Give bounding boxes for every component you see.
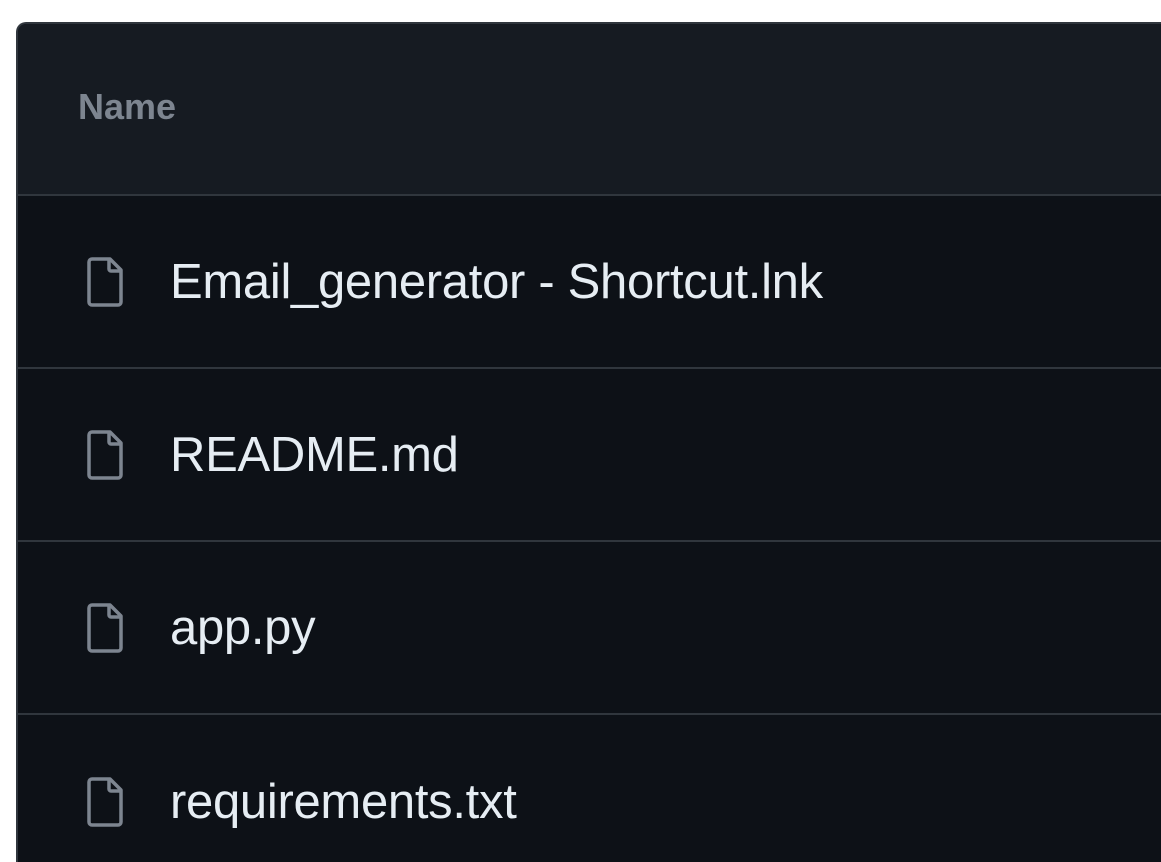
file-icon — [82, 601, 128, 655]
file-row[interactable]: app.py — [18, 542, 1161, 715]
name-column-header: Name — [78, 86, 177, 127]
file-icon — [82, 428, 128, 482]
file-name-link[interactable]: requirements.txt — [170, 774, 517, 830]
file-name-link[interactable]: app.py — [170, 600, 316, 656]
file-row[interactable]: README.md — [18, 369, 1161, 542]
file-name-link[interactable]: Email_generator - Shortcut.lnk — [170, 254, 823, 310]
screenshot-frame: Name Email_generator - Shortcut.lnk READ… — [0, 0, 1161, 862]
file-row[interactable]: requirements.txt — [18, 715, 1161, 862]
file-table-header: Name — [18, 24, 1161, 196]
file-name-link[interactable]: README.md — [170, 427, 459, 483]
file-icon — [82, 775, 128, 829]
file-browser-panel: Name Email_generator - Shortcut.lnk READ… — [16, 22, 1161, 862]
file-row[interactable]: Email_generator - Shortcut.lnk — [18, 196, 1161, 369]
file-icon — [82, 255, 128, 309]
